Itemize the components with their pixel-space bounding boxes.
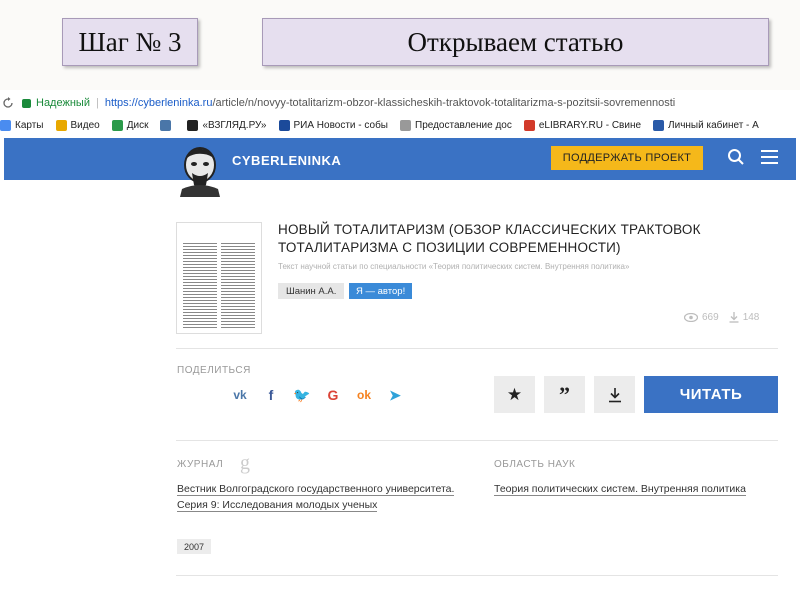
journal-year[interactable]: 2007 [177,539,212,554]
slide-title: Открываем статью [262,18,769,66]
downloads-count: 148 [742,312,760,323]
bookmark-item[interactable]: Личный кабинет - А [653,119,759,131]
bookmark-label: Карты [15,119,44,131]
author-tag[interactable]: Шанин А.А. [278,283,345,299]
bookmark-label: Предоставление дос [415,119,512,131]
step-label: Шаг № 3 [62,18,198,66]
menu-icon[interactable] [761,150,778,164]
eye-icon [684,313,698,322]
bookmark-label: Диск [126,119,149,131]
field-link[interactable]: Теория политических систем. Внутренняя п… [494,481,754,497]
article-title: НОВЫЙ ТОТАЛИТАРИЗМ (ОБЗОР КЛАССИЧЕСКИХ Т… [278,222,701,255]
vk-icon [160,119,172,131]
share-label: ПОДЕЛИТЬСЯ [177,365,251,376]
field-name: Теория политических систем. Внутренняя п… [494,483,746,496]
shield-icon [653,119,665,131]
google-icon[interactable]: G [323,385,343,405]
page-icon [400,119,411,131]
article-subtitle: Текст научной статьи по специальности «Т… [278,262,630,271]
support-project-button[interactable]: ПОДДЕРЖАТЬ ПРОЕКТ [551,146,703,170]
article-thumbnail[interactable] [176,222,262,334]
download-small-icon [729,312,739,323]
bookmark-item[interactable]: Видео [55,119,100,131]
browser-screenshot: Надежный | https://cyberleninka.ru/artic… [0,90,800,600]
reload-icon[interactable] [2,97,14,109]
address-bar[interactable]: Надежный | https://cyberleninka.ru/artic… [0,92,800,114]
i-am-author-button[interactable]: Я — автор! [349,283,413,299]
maps-icon [0,119,11,131]
journal-icon: g [240,452,250,474]
bookmark-item[interactable]: «ВЗГЛЯД.РУ» [187,119,267,131]
bookmark-label: eLIBRARY.RU - Свине [538,119,642,131]
url-path: /article/n/novyy-totalitarizm-obzor-klas… [212,97,676,109]
read-button[interactable]: ЧИТАТЬ [644,376,778,413]
field-label: ОБЛАСТЬ НАУК [494,459,576,470]
vk-icon[interactable]: vk [230,385,250,405]
telegram-icon[interactable]: ➤ [385,385,405,405]
bookmark-item[interactable]: Диск [111,119,149,131]
bookmark-item[interactable] [160,119,175,131]
bookmark-label: Видео [70,119,100,131]
secure-label: Надежный [36,97,90,109]
cite-button[interactable]: ” [544,376,585,413]
journal-name: Вестник Волгоградского государственного … [177,483,455,512]
odnoklassniki-icon[interactable]: ok [354,385,374,405]
drive-icon [111,119,123,131]
vzglyad-icon [187,119,199,131]
star-icon: ★ [506,384,523,404]
video-icon [55,119,67,131]
journal-label: ЖУРНАЛ [177,459,224,470]
bookmark-label: Личный кабинет - А [668,119,759,131]
download-icon [608,387,621,402]
facebook-icon[interactable]: f [261,385,281,405]
article-stats: 669 148 [684,312,769,323]
quote-icon: ” [559,381,570,407]
bookmark-item[interactable]: Предоставление дос [400,119,512,131]
lenin-logo-icon[interactable] [176,145,224,197]
download-button[interactable] [594,376,635,413]
downloads-stat: 148 [729,312,760,323]
divider [176,575,778,576]
journal-link[interactable]: Вестник Волгоградского государственного … [177,481,467,513]
bookmark-item[interactable]: eLIBRARY.RU - Свине [523,119,642,131]
favorite-button[interactable]: ★ [494,376,535,413]
bookmarks-bar: Карты Видео Диск «ВЗГЛЯД.РУ» РИА Новости - с… [0,116,800,134]
bookmark-item[interactable]: Карты [0,119,44,131]
divider [176,440,778,441]
views-stat: 669 [684,312,719,323]
divider [176,348,778,349]
bookmark-label: «ВЗГЛЯД.РУ» [202,119,267,131]
twitter-icon[interactable]: 🐦 [292,385,312,405]
lock-icon [22,98,31,108]
address-separator: | [95,97,99,109]
share-buttons: vk f 🐦 Gok ➤ [230,385,416,405]
elibrary-icon [523,119,535,131]
views-count: 669 [702,312,719,323]
bookmark-item[interactable]: РИА Новости - собы [278,119,389,131]
bookmark-label: РИА Новости - собы [293,119,389,131]
ria-icon [278,119,290,131]
site-logo-text[interactable]: CYBERLENINKA [232,153,341,168]
url-text[interactable]: https://cyberleninka.ru/article/n/novyy-… [105,97,675,109]
url-host: https://cyberleninka.ru [104,97,213,109]
search-icon[interactable] [727,148,745,166]
